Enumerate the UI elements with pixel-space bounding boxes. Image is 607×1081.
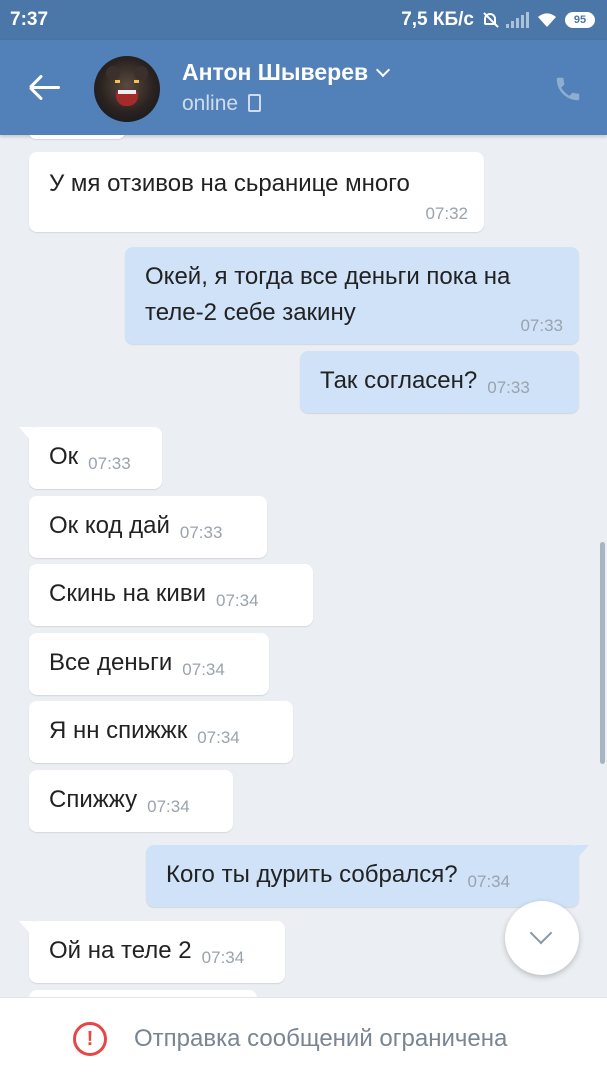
- message-bubble-partial: [29, 990, 257, 997]
- message-bubble-incoming[interactable]: Я нн спижжк 07:34: [29, 701, 293, 763]
- restriction-bar: ! Отправка сообщений ограничена: [0, 997, 607, 1081]
- message-text: Так согласен?: [320, 367, 478, 394]
- message-time: 07:34: [216, 591, 259, 610]
- contact-name-text: Антон Шыверев: [182, 59, 369, 85]
- message-text: Ок код дай: [49, 512, 170, 539]
- message-bubble-incoming[interactable]: Ок код дай 07:33: [29, 496, 267, 558]
- restriction-text: Отправка сообщений ограничена: [134, 1025, 508, 1052]
- status-bar: 7:37 7,5 КБ/с 95: [0, 0, 607, 40]
- phone-call-icon[interactable]: [553, 74, 583, 104]
- chevron-down-icon: [529, 921, 553, 945]
- contact-name[interactable]: Антон Шыверев: [182, 59, 391, 86]
- message-text: Окей, я тогда все деньги пока на теле-2 …: [145, 263, 511, 326]
- message-bubble-incoming[interactable]: Ок 07:33: [19, 427, 162, 489]
- message-text: Кого ты дурить собрался?: [166, 861, 458, 888]
- message-bubble-outgoing[interactable]: Окей, я тогда все деньги пока на теле-2 …: [125, 247, 579, 344]
- avatar[interactable]: [94, 56, 160, 122]
- message-time: 07:32: [425, 204, 468, 223]
- message-text: У мя отзивов на сьранице много: [49, 170, 410, 197]
- mobile-phone-icon: [248, 94, 262, 112]
- contact-status: online: [182, 92, 262, 116]
- message-text: Ок: [49, 443, 79, 470]
- status-time: 7:37: [10, 9, 49, 30]
- message-time: 07:34: [201, 948, 245, 967]
- message-time: 07:34: [197, 728, 240, 747]
- message-time: 07:33: [88, 454, 131, 473]
- message-bubble-incoming[interactable]: Ой на теле 2 07:34: [19, 921, 285, 983]
- warning-circle-icon: !: [73, 1022, 107, 1056]
- network-speed: 7,5 КБ/с: [401, 9, 474, 30]
- message-text: Все деньги: [49, 649, 173, 676]
- scrollbar[interactable]: [600, 542, 605, 764]
- back-arrow-icon[interactable]: [26, 70, 66, 106]
- scroll-down-button[interactable]: [505, 901, 579, 975]
- message-bubble-incoming[interactable]: Все деньги 07:34: [29, 633, 269, 695]
- message-bubble-incoming[interactable]: У мя отзивов на сьранице много 07:32: [29, 152, 484, 232]
- message-time: 07:33: [179, 523, 223, 542]
- message-time: 07:34: [147, 797, 190, 816]
- message-time: 07:34: [182, 660, 225, 679]
- online-status: online: [182, 92, 239, 115]
- message-text: Спижжу: [49, 786, 138, 813]
- message-bubble-incoming[interactable]: Спижжу 07:34: [29, 770, 233, 832]
- chat-header: Антон Шыверев online: [0, 40, 607, 135]
- message-bubble-incoming[interactable]: Скинь на киви 07:34: [29, 564, 313, 626]
- message-bubble-outgoing[interactable]: Кого ты дурить собрался? 07:34: [146, 845, 589, 907]
- message-time: 07:34: [467, 872, 511, 891]
- chevron-down-icon: [376, 62, 391, 78]
- message-time: 07:33: [487, 378, 530, 397]
- message-time: 07:33: [520, 316, 563, 335]
- message-bubble-partial: [29, 135, 125, 139]
- silent-bell-icon: [482, 12, 499, 28]
- message-text: Я нн спижжк: [49, 717, 188, 744]
- signal-icon: [506, 12, 529, 28]
- message-text: Скинь на киви: [49, 580, 206, 607]
- message-list[interactable]: У мя отзивов на сьранице много 07:32 Оке…: [0, 135, 607, 997]
- message-bubble-outgoing[interactable]: Так согласен? 07:33: [300, 351, 579, 413]
- wifi-icon: [537, 12, 557, 28]
- message-text: Ой на теле 2: [49, 937, 192, 964]
- battery-icon: 95: [565, 12, 595, 28]
